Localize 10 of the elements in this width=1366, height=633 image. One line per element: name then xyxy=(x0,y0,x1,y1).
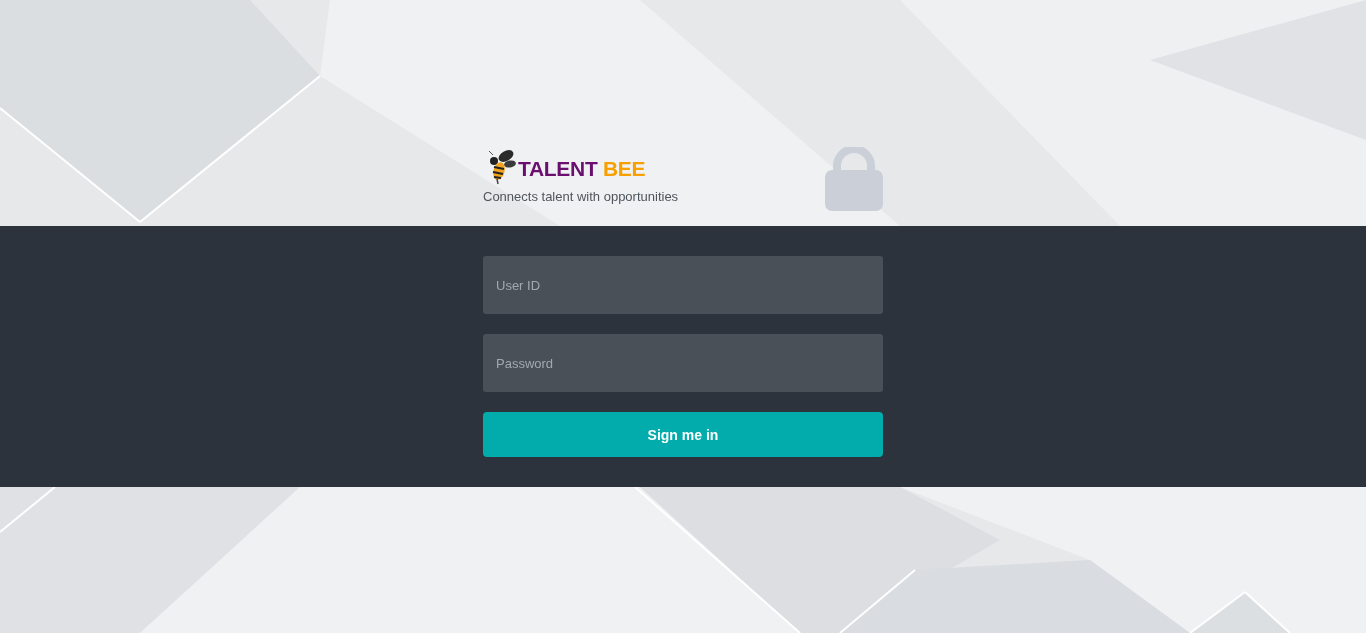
logo-text: TALENT BEE xyxy=(518,157,646,181)
input-field[interactable]: Password xyxy=(483,334,883,392)
tagline: Connects talent with opportunities xyxy=(483,189,679,205)
lock-icon xyxy=(825,147,883,211)
sign-in-button[interactable]: Sign me in xyxy=(483,412,883,457)
input-field[interactable]: User ID xyxy=(483,256,883,314)
bee-icon xyxy=(486,149,516,185)
diagonal-line xyxy=(0,486,56,533)
diagonal-line xyxy=(1244,591,1291,633)
diagonal-line xyxy=(1189,591,1246,633)
